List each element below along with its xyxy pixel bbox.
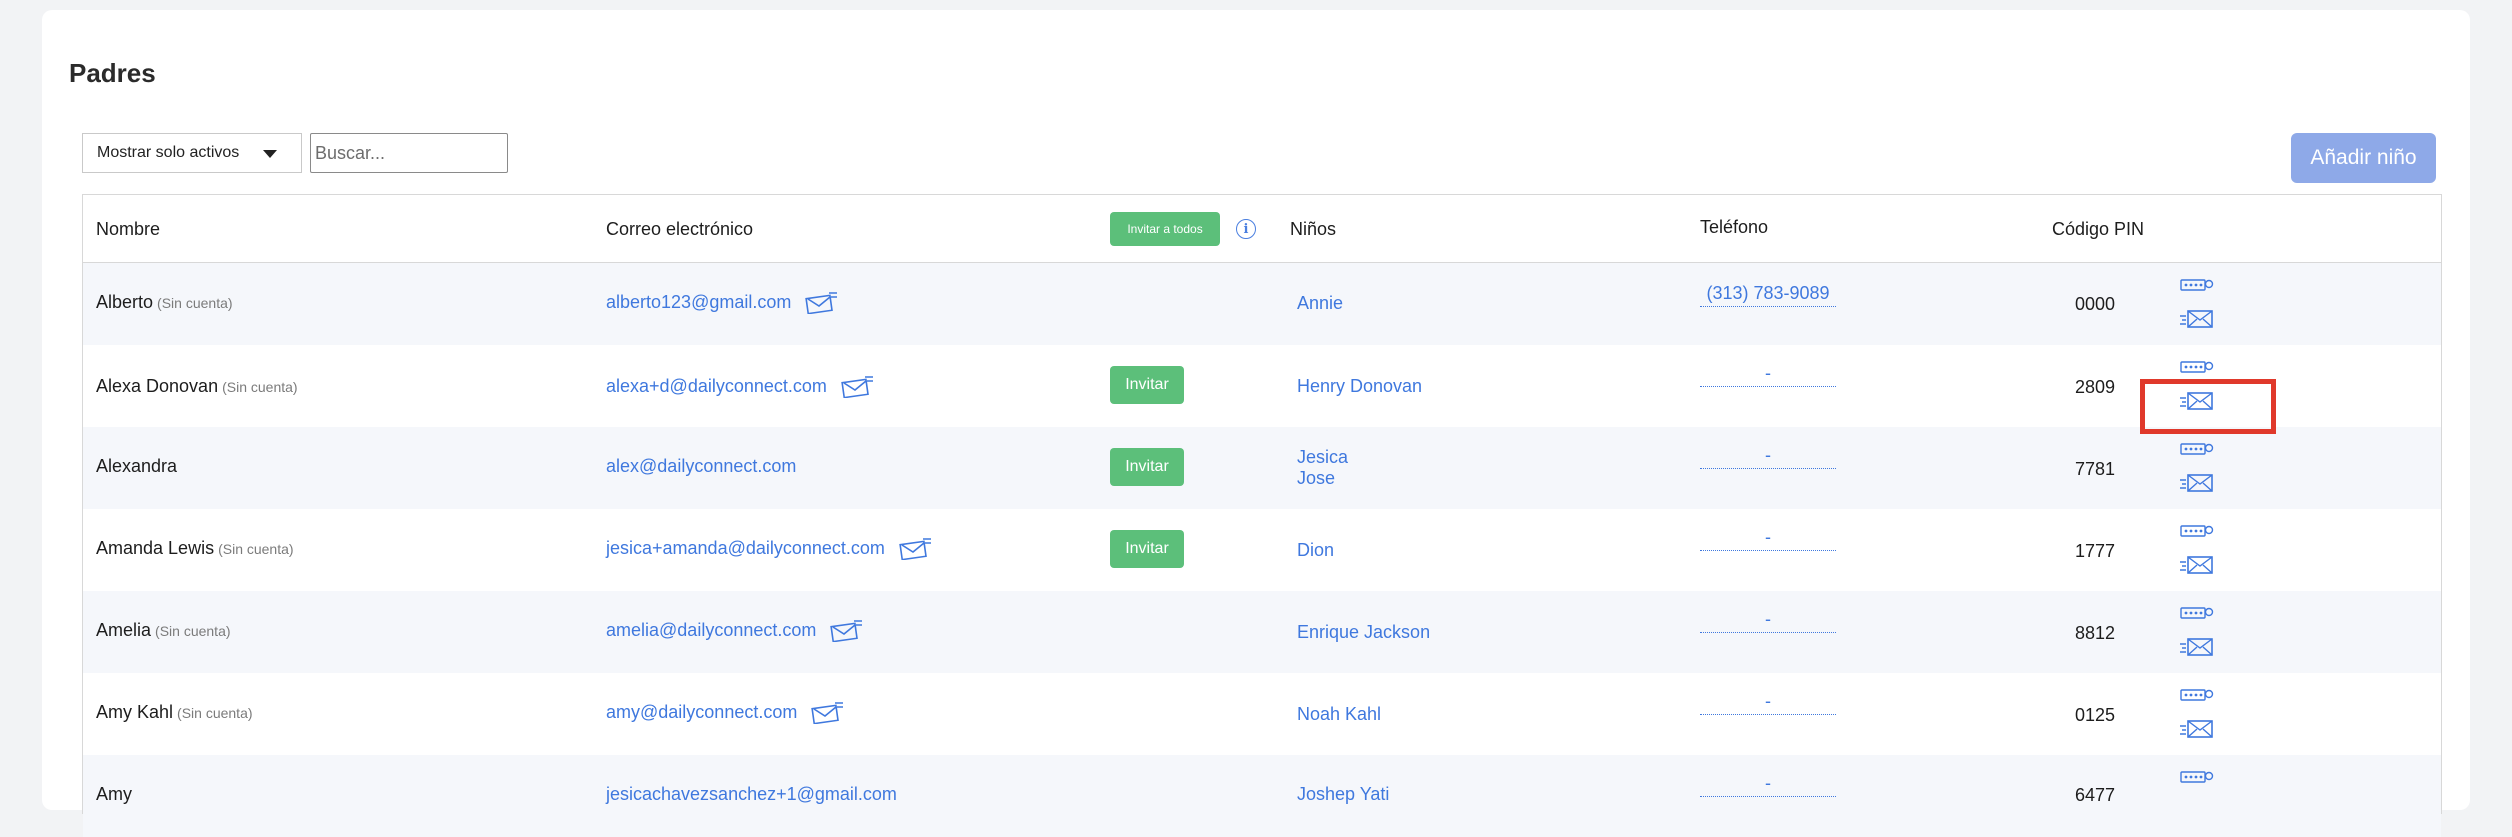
table-row: Alexa Donovan (Sin cuenta) alexa+d@dailyc… xyxy=(83,345,2441,427)
column-children: Niños xyxy=(1290,219,1337,239)
parent-email-link[interactable]: amelia@dailyconnect.com xyxy=(606,618,864,642)
pin-icon[interactable] xyxy=(2180,523,2214,539)
send-pin-icon[interactable] xyxy=(2180,635,2214,657)
invite-button[interactable]: Invitar xyxy=(1110,530,1184,568)
phone-field[interactable]: - xyxy=(1700,773,1836,797)
active-filter-select[interactable]: Mostrar solo activos xyxy=(82,133,302,173)
parent-email-link[interactable]: jesica+amanda@dailyconnect.com xyxy=(606,536,933,560)
parent-name: Alexa Donovan (Sin cuenta) xyxy=(96,376,298,396)
parent-name: Amelia (Sin cuenta) xyxy=(96,620,231,640)
invite-button[interactable]: Invitar xyxy=(1110,448,1184,486)
chevron-down-icon xyxy=(263,150,277,158)
pin-icon[interactable] xyxy=(2180,769,2214,785)
table-row: Amy jesicachavezsanchez+1@gmail.com Josh… xyxy=(83,755,2441,837)
parent-name: Alberto (Sin cuenta) xyxy=(96,292,233,312)
column-pin: Código PIN xyxy=(2052,219,2145,239)
child-link[interactable]: Henry Donovan xyxy=(1297,376,1422,397)
phone-field[interactable]: - xyxy=(1700,527,1836,551)
add-child-button[interactable]: Añadir niño xyxy=(2291,133,2436,183)
pin-code: 7781 xyxy=(2074,459,2115,479)
phone-field[interactable]: (313) 783-9089 xyxy=(1700,283,1836,307)
invite-button[interactable]: Invitar xyxy=(1110,366,1184,404)
phone-field[interactable]: - xyxy=(1700,691,1836,715)
child-link[interactable]: Dion xyxy=(1297,540,1334,561)
row-actions xyxy=(2180,441,2216,493)
child-link[interactable]: Noah Kahl xyxy=(1297,704,1381,725)
pin-code: 8812 xyxy=(2074,623,2115,643)
row-actions xyxy=(2180,769,2216,785)
page-title: Padres xyxy=(69,58,156,88)
column-name: Nombre xyxy=(96,219,161,239)
parents-table: Nombre Correo electrónico Invitar a todo… xyxy=(82,194,2442,837)
pin-code: 6477 xyxy=(2074,785,2115,805)
parent-name: Amy Kahl (Sin cuenta) xyxy=(96,702,253,722)
row-actions xyxy=(2180,277,2216,329)
table-row: Alberto (Sin cuenta) alberto123@gmail.com… xyxy=(83,263,2441,345)
mail-edit-icon[interactable] xyxy=(811,700,845,724)
pin-code: 1777 xyxy=(2074,541,2115,561)
send-pin-icon[interactable] xyxy=(2180,553,2214,575)
info-icon[interactable]: i xyxy=(1236,219,1256,239)
send-pin-icon[interactable] xyxy=(2180,307,2214,329)
table-row: Alexandra alex@dailyconnect.com Invitar … xyxy=(83,427,2441,509)
pin-code: 0125 xyxy=(2074,705,2115,725)
invite-all-button[interactable]: Invitar a todos xyxy=(1110,212,1220,246)
parent-name: Alexandra xyxy=(96,456,178,476)
table-header: Nombre Correo electrónico Invitar a todo… xyxy=(83,195,2441,263)
parent-email-link[interactable]: alberto123@gmail.com xyxy=(606,290,839,314)
phone-field[interactable]: - xyxy=(1700,363,1836,387)
search-input[interactable] xyxy=(310,133,508,173)
pin-code: 0000 xyxy=(2074,294,2115,314)
pin-icon[interactable] xyxy=(2180,687,2214,703)
table-row: Amanda Lewis (Sin cuenta) jesica+amanda@d… xyxy=(83,509,2441,591)
phone-field[interactable]: - xyxy=(1700,445,1836,469)
active-filter-label: Mostrar solo activos xyxy=(97,144,240,161)
send-pin-icon[interactable] xyxy=(2180,717,2214,739)
pin-icon[interactable] xyxy=(2180,605,2214,621)
parent-name: Amanda Lewis (Sin cuenta) xyxy=(96,538,294,558)
pin-code: 2809 xyxy=(2074,377,2115,397)
row-actions xyxy=(2180,605,2216,657)
row-actions xyxy=(2180,523,2216,575)
column-phone: Teléfono xyxy=(1700,217,1769,237)
child-link[interactable]: Annie xyxy=(1297,293,1343,314)
pin-icon[interactable] xyxy=(2180,441,2214,457)
mail-edit-icon[interactable] xyxy=(841,374,875,398)
highlight-annotation xyxy=(2140,379,2276,434)
child-link[interactable]: Jesica xyxy=(1297,447,1348,468)
mail-edit-icon[interactable] xyxy=(899,536,933,560)
parent-email-link[interactable]: alexa+d@dailyconnect.com xyxy=(606,374,875,398)
mail-edit-icon[interactable] xyxy=(805,290,839,314)
child-link[interactable]: Jose xyxy=(1297,468,1348,489)
mail-edit-icon[interactable] xyxy=(830,618,864,642)
child-link[interactable]: Enrique Jackson xyxy=(1297,622,1430,643)
parent-email-link[interactable]: amy@dailyconnect.com xyxy=(606,700,845,724)
children-list: Jesica Jose xyxy=(1297,447,1348,489)
table-row: Amy Kahl (Sin cuenta) amy@dailyconnect.co… xyxy=(83,673,2441,755)
row-actions xyxy=(2180,687,2216,739)
pin-icon[interactable] xyxy=(2180,277,2214,293)
phone-field[interactable]: - xyxy=(1700,609,1836,633)
table-row: Amelia (Sin cuenta) amelia@dailyconnect.c… xyxy=(83,591,2441,673)
pin-icon[interactable] xyxy=(2180,359,2214,375)
parent-email-link[interactable]: alex@dailyconnect.com xyxy=(606,456,796,477)
column-email: Correo electrónico xyxy=(606,219,754,239)
send-pin-icon[interactable] xyxy=(2180,471,2214,493)
